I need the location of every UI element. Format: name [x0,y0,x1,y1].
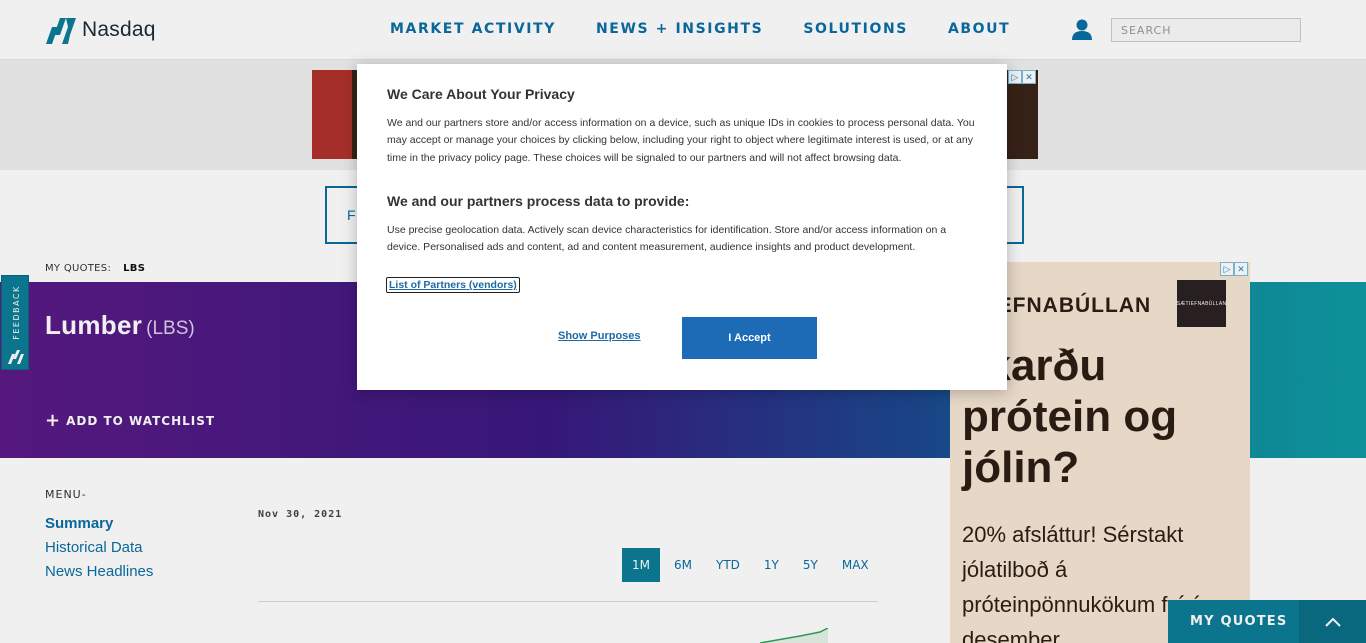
partners-link[interactable]: List of Partners (vendors) [386,277,520,293]
show-purposes-button[interactable]: Show Purposes [558,330,641,342]
accept-button[interactable]: I Accept [682,317,817,359]
privacy-purposes: Use precise geolocation data. Actively s… [387,224,947,254]
privacy-title: We Care About Your Privacy [387,86,575,102]
privacy-subtitle: We and our partners process data to prov… [387,193,690,209]
privacy-intro: We and our partners store and/or access … [387,117,975,164]
privacy-consent-dialog: We Care About Your Privacy We and our pa… [357,64,1007,390]
